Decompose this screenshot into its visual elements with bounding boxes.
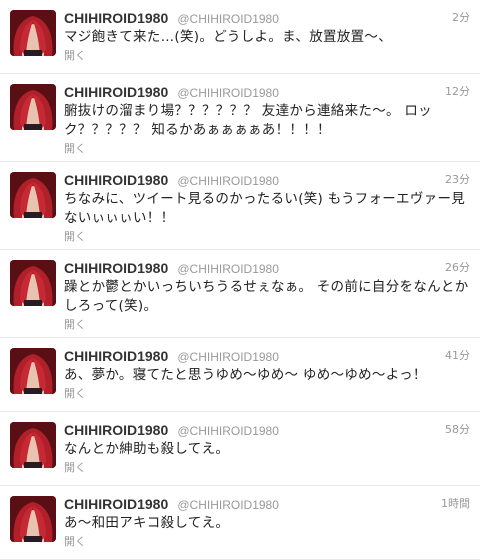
tweet-header: CHIHIROID1980 @CHIHIROID1980 26分 — [64, 259, 470, 276]
timestamp[interactable]: 41分 — [445, 347, 470, 364]
tweet-content: CHIHIROID1980 @CHIHIROID1980 23分 ちなみに、ツイ… — [64, 171, 470, 245]
tweet-content: CHIHIROID1980 @CHIHIROID1980 12分 腑抜けの溜まり… — [64, 83, 470, 157]
tweet-text: 躁とか鬱とかいっちいちうるせぇなぁ。 その前に自分をなんとかしろって(笑)。 — [64, 279, 469, 314]
tweet-header: CHIHIROID1980 @CHIHIROID1980 41分 — [64, 347, 470, 364]
tweet-timeline: CHIHIROID1980 @CHIHIROID1980 2分 マジ飽きて来た…… — [0, 0, 480, 560]
user-name[interactable]: CHIHIROID1980 — [64, 260, 168, 276]
tweet-header: CHIHIROID1980 @CHIHIROID1980 23分 — [64, 171, 470, 188]
avatar[interactable] — [10, 260, 56, 306]
avatar-image — [10, 348, 56, 394]
tweet-text: なんとか紳助も殺してえ。 — [64, 441, 230, 457]
avatar-image — [10, 10, 56, 56]
user-name[interactable]: CHIHIROID1980 — [64, 422, 168, 438]
user-name[interactable]: CHIHIROID1980 — [64, 172, 168, 188]
tweet-text: 腑抜けの溜まり場？？？？？？ 友達から連絡来た〜。 ロック？？？？？ 知るかあぁ… — [64, 103, 432, 138]
expand-link[interactable]: 開く — [64, 460, 470, 476]
avatar[interactable] — [10, 10, 56, 56]
tweet-content: CHIHIROID1980 @CHIHIROID1980 26分 躁とか鬱とかい… — [64, 259, 470, 333]
avatar-image — [10, 422, 56, 468]
expand-link[interactable]: 開く — [64, 141, 470, 157]
expand-link[interactable]: 開く — [64, 386, 470, 402]
expand-link[interactable]: 開く — [64, 229, 470, 245]
user-handle[interactable]: @CHIHIROID1980 — [177, 424, 279, 438]
tweet-header: CHIHIROID1980 @CHIHIROID1980 58分 — [64, 421, 470, 438]
tweet-item[interactable]: CHIHIROID1980 @CHIHIROID1980 23分 ちなみに、ツイ… — [0, 162, 480, 250]
tweet-header: CHIHIROID1980 @CHIHIROID1980 2分 — [64, 9, 470, 26]
tweet-content: CHIHIROID1980 @CHIHIROID1980 1時間 あ〜和田アキコ… — [64, 495, 470, 550]
user-name[interactable]: CHIHIROID1980 — [64, 348, 168, 364]
tweet-text: マジ飽きて来た…(笑)。どうしよ。ま、放置放置〜、 — [64, 29, 392, 45]
avatar-image — [10, 496, 56, 542]
tweet-header: CHIHIROID1980 @CHIHIROID1980 12分 — [64, 83, 470, 100]
expand-link[interactable]: 開く — [64, 48, 470, 64]
tweet-text: あ〜和田アキコ殺してえ。 — [64, 515, 230, 531]
avatar[interactable] — [10, 422, 56, 468]
user-handle[interactable]: @CHIHIROID1980 — [177, 174, 279, 188]
timestamp[interactable]: 23分 — [445, 171, 470, 188]
user-handle[interactable]: @CHIHIROID1980 — [177, 498, 279, 512]
tweet-item[interactable]: CHIHIROID1980 @CHIHIROID1980 58分 なんとか紳助も… — [0, 412, 480, 486]
avatar[interactable] — [10, 172, 56, 218]
tweet-item[interactable]: CHIHIROID1980 @CHIHIROID1980 26分 躁とか鬱とかい… — [0, 250, 480, 338]
tweet-item[interactable]: CHIHIROID1980 @CHIHIROID1980 1時間 あ〜和田アキコ… — [0, 486, 480, 560]
user-handle[interactable]: @CHIHIROID1980 — [177, 86, 279, 100]
user-handle[interactable]: @CHIHIROID1980 — [177, 262, 279, 276]
tweet-item[interactable]: CHIHIROID1980 @CHIHIROID1980 12分 腑抜けの溜まり… — [0, 74, 480, 162]
timestamp[interactable]: 1時間 — [441, 495, 470, 512]
user-name[interactable]: CHIHIROID1980 — [64, 10, 168, 26]
user-handle[interactable]: @CHIHIROID1980 — [177, 12, 279, 26]
expand-link[interactable]: 開く — [64, 534, 470, 550]
tweet-item[interactable]: CHIHIROID1980 @CHIHIROID1980 2分 マジ飽きて来た…… — [0, 0, 480, 74]
tweet-text: あ、夢か。寝てたと思うゆめ〜ゆめ〜 ゆめ〜ゆめ〜よっ！ — [64, 367, 427, 383]
user-handle[interactable]: @CHIHIROID1980 — [177, 350, 279, 364]
tweet-item[interactable]: CHIHIROID1980 @CHIHIROID1980 41分 あ、夢か。寝て… — [0, 338, 480, 412]
avatar-image — [10, 260, 56, 306]
avatar-image — [10, 172, 56, 218]
tweet-content: CHIHIROID1980 @CHIHIROID1980 2分 マジ飽きて来た…… — [64, 9, 470, 64]
timestamp[interactable]: 26分 — [445, 259, 470, 276]
timestamp[interactable]: 2分 — [452, 9, 470, 26]
timestamp[interactable]: 12分 — [445, 83, 470, 100]
tweet-content: CHIHIROID1980 @CHIHIROID1980 41分 あ、夢か。寝て… — [64, 347, 470, 402]
user-name[interactable]: CHIHIROID1980 — [64, 496, 168, 512]
tweet-header: CHIHIROID1980 @CHIHIROID1980 1時間 — [64, 495, 470, 512]
avatar[interactable] — [10, 348, 56, 394]
tweet-text: ちなみに、ツイート見るのかったるい(笑) もうフォーエヴァー見ないぃぃぃい！！ — [64, 191, 466, 226]
avatar[interactable] — [10, 496, 56, 542]
tweet-content: CHIHIROID1980 @CHIHIROID1980 58分 なんとか紳助も… — [64, 421, 470, 476]
avatar-image — [10, 84, 56, 130]
timestamp[interactable]: 58分 — [445, 421, 470, 438]
user-name[interactable]: CHIHIROID1980 — [64, 84, 168, 100]
avatar[interactable] — [10, 84, 56, 130]
expand-link[interactable]: 開く — [64, 317, 470, 333]
